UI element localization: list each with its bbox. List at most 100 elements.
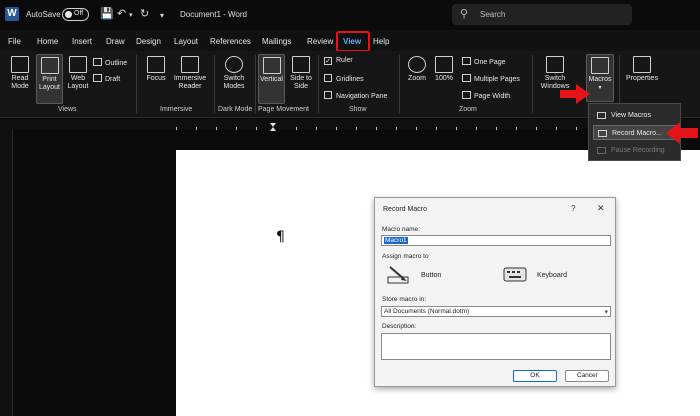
tab-design[interactable]: Design xyxy=(136,37,161,46)
multiple-pages-button[interactable]: Multiple Pages xyxy=(462,74,520,83)
group-separator xyxy=(214,55,215,113)
customize-qat-icon[interactable]: ▾ xyxy=(160,10,164,22)
zoom-100-icon xyxy=(435,56,453,73)
tab-home[interactable]: Home xyxy=(37,37,58,46)
autosave-label: AutoSave xyxy=(26,10,61,19)
gridlines-label: Gridlines xyxy=(336,76,364,83)
web-layout-button[interactable]: Web Layout xyxy=(65,56,91,91)
print-layout-label: Print Layout xyxy=(38,76,61,91)
ruler-checkmark-icon: ✓ xyxy=(324,57,332,65)
search-placeholder: Search xyxy=(480,10,506,19)
vertical-button[interactable]: Vertical xyxy=(258,54,285,104)
tab-help[interactable]: Help xyxy=(373,37,389,46)
record-macro-icon xyxy=(598,130,607,137)
macros-dropdown-icon: ▾ xyxy=(598,85,602,91)
search-box[interactable]: ⚲ Search xyxy=(452,4,632,25)
close-icon[interactable]: ✕ xyxy=(597,203,605,214)
switch-modes-label: Switch Modes xyxy=(223,75,245,90)
page-width-label: Page Width xyxy=(474,93,511,100)
title-bar: W AutoSave Off 💾 ↶ ▾ ↻ ▾ Document1 - Wor… xyxy=(0,0,700,30)
pause-recording-label: Pause Recording xyxy=(611,147,665,154)
group-separator xyxy=(532,55,533,113)
page-width-icon xyxy=(462,91,471,99)
redo-icon[interactable]: ↻ xyxy=(140,8,149,20)
ruler-label: Ruler xyxy=(336,57,353,64)
gridlines-checkbox-box xyxy=(324,74,332,82)
keyboard-assign-icon[interactable] xyxy=(503,264,527,284)
tab-insert[interactable]: Insert xyxy=(72,37,92,46)
help-button[interactable]: ? xyxy=(571,204,575,213)
undo-icon[interactable]: ↶ xyxy=(117,8,126,20)
store-macro-value: All Documents (Normal.dotm) xyxy=(384,308,470,315)
view-macros-menu-item[interactable]: View Macros xyxy=(593,108,678,123)
read-mode-icon xyxy=(11,56,29,73)
paragraph-mark: ¶ xyxy=(276,229,285,245)
chevron-down-icon: ▾ xyxy=(604,309,608,316)
dark-mode-group-label: Dark Mode xyxy=(218,106,253,113)
record-macro-label: Record Macro... xyxy=(612,130,662,137)
immersive-reader-button[interactable]: Immersive Reader xyxy=(172,56,208,91)
switch-windows-icon xyxy=(546,56,564,73)
group-separator xyxy=(399,55,400,113)
macros-button[interactable]: Macros ▾ xyxy=(586,54,614,102)
ok-button[interactable]: OK xyxy=(513,370,557,382)
views-group-label: Views xyxy=(58,106,77,113)
view-macros-label: View Macros xyxy=(611,112,651,119)
print-layout-button[interactable]: Print Layout xyxy=(36,54,63,104)
document-title: Document1 - Word xyxy=(180,10,247,19)
cancel-button[interactable]: Cancel xyxy=(565,370,609,382)
side-to-side-icon xyxy=(292,56,310,73)
pause-recording-icon xyxy=(597,147,606,154)
description-textarea[interactable] xyxy=(381,333,611,360)
description-label: Description: xyxy=(382,323,417,330)
ruler-checkbox[interactable]: ✓ Ruler xyxy=(324,57,353,65)
tab-draw[interactable]: Draw xyxy=(106,37,125,46)
moon-icon xyxy=(225,56,243,73)
button-assign-label[interactable]: Button xyxy=(421,272,441,279)
dialog-title: Record Macro xyxy=(383,206,427,213)
zoom-100-button[interactable]: 100% xyxy=(432,56,456,83)
button-assign-icon[interactable] xyxy=(387,264,411,284)
store-macro-select[interactable]: All Documents (Normal.dotm) ▾ xyxy=(381,306,611,317)
macro-name-input[interactable]: Macro1 xyxy=(381,235,611,246)
draft-label: Draft xyxy=(105,76,121,83)
properties-icon xyxy=(633,56,651,73)
properties-button[interactable]: Properties xyxy=(624,56,660,83)
focus-button[interactable]: Focus xyxy=(144,56,168,83)
save-icon[interactable]: 💾 xyxy=(100,8,114,20)
side-to-side-button[interactable]: Side to Side xyxy=(287,56,315,91)
one-page-button[interactable]: One Page xyxy=(462,57,506,66)
pause-recording-menu-item[interactable]: Pause Recording xyxy=(593,143,678,158)
navigation-pane-checkbox[interactable]: Navigation Pane xyxy=(324,91,387,100)
autosave-toggle[interactable]: Off xyxy=(62,8,89,21)
tab-references[interactable]: References xyxy=(210,37,251,46)
web-layout-icon xyxy=(69,56,87,73)
tab-layout[interactable]: Layout xyxy=(174,37,198,46)
zoom-button[interactable]: Zoom xyxy=(405,56,429,83)
show-group-label: Show xyxy=(349,106,367,113)
keyboard-assign-label[interactable]: Keyboard xyxy=(537,272,567,279)
outline-button[interactable]: Outline xyxy=(93,58,127,67)
record-macro-dialog: Record Macro ? ✕ Macro name: Macro1 Assi… xyxy=(374,197,616,387)
side-to-side-label: Side to Side xyxy=(290,75,312,90)
navigation-pane-checkbox-box xyxy=(324,91,332,99)
outline-icon xyxy=(93,58,102,66)
tab-mailings[interactable]: Mailings xyxy=(262,37,291,46)
undo-dropdown-icon[interactable]: ▾ xyxy=(129,10,133,22)
draft-button[interactable]: Draft xyxy=(93,74,120,83)
magnifier-icon xyxy=(408,56,426,73)
store-macro-label: Store macro in: xyxy=(382,296,427,303)
group-separator xyxy=(255,55,256,113)
gridlines-checkbox[interactable]: Gridlines xyxy=(324,74,364,83)
immersive-reader-label: Immersive Reader xyxy=(173,75,207,90)
print-layout-icon xyxy=(40,57,59,74)
focus-icon xyxy=(147,56,165,73)
tab-review[interactable]: Review xyxy=(307,37,333,46)
view-macros-icon xyxy=(597,112,606,119)
vertical-label: Vertical xyxy=(260,76,283,83)
read-mode-button[interactable]: Read Mode xyxy=(8,56,32,91)
assign-macro-label: Assign macro to xyxy=(382,253,429,260)
switch-modes-button[interactable]: Switch Modes xyxy=(219,56,249,91)
page-width-button[interactable]: Page Width xyxy=(462,91,510,100)
tab-file[interactable]: File xyxy=(8,37,21,46)
